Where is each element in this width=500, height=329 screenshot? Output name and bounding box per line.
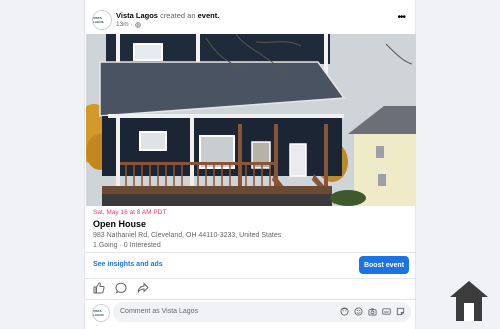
post-title-line: Vista Lagos created an event. xyxy=(116,11,219,20)
camera-icon[interactable] xyxy=(368,307,377,316)
see-insights-link[interactable]: See insights and ads xyxy=(93,261,163,268)
boost-event-button[interactable]: Boost event xyxy=(359,256,409,274)
commenter-avatar: VISTA LAGOS xyxy=(92,304,110,322)
divider xyxy=(85,278,415,279)
avatar-label: VISTA LAGOS xyxy=(93,16,104,24)
post-time[interactable]: 13m xyxy=(116,21,129,28)
event-address: 983 Nathaniel Rd, Cleveland, OH 44110-32… xyxy=(93,232,282,239)
home-logo-icon xyxy=(450,281,488,321)
emoji-icon[interactable] xyxy=(354,307,363,316)
comment-tools: GIF xyxy=(340,307,405,316)
house-illustration xyxy=(86,34,416,206)
event-stats: 1 Going · 0 Interested xyxy=(93,242,161,249)
sticker-icon[interactable] xyxy=(396,307,405,316)
gif-icon[interactable]: GIF xyxy=(382,307,391,316)
post-actions xyxy=(93,282,149,294)
avatar-label: VISTA LAGOS xyxy=(93,309,104,317)
post-header: VISTA LAGOS Vista Lagos created an event… xyxy=(85,6,415,34)
divider xyxy=(85,299,415,300)
globe-icon xyxy=(135,21,141,28)
comment-placeholder: Comment as Vista Lagos xyxy=(120,308,199,315)
like-icon[interactable] xyxy=(93,282,105,294)
divider xyxy=(85,252,415,253)
event-cover-photo[interactable] xyxy=(86,34,416,206)
event-date: Sat, May 16 at 8 AM PDT xyxy=(93,209,167,216)
more-icon[interactable]: ••• xyxy=(397,12,405,23)
comment-icon[interactable] xyxy=(115,282,127,294)
author-name[interactable]: Vista Lagos xyxy=(116,11,158,20)
page-avatar[interactable]: VISTA LAGOS xyxy=(92,10,112,30)
avatar-sticker-icon[interactable] xyxy=(340,307,349,316)
share-icon[interactable] xyxy=(137,282,149,294)
post-meta: 13m · xyxy=(116,21,141,28)
action-text: created an xyxy=(160,11,196,20)
action-object[interactable]: event. xyxy=(198,11,220,20)
event-title[interactable]: Open House xyxy=(93,219,409,229)
svg-text:GIF: GIF xyxy=(384,310,389,314)
comment-input[interactable]: Comment as Vista Lagos GIF xyxy=(113,302,411,322)
post-card: VISTA LAGOS Vista Lagos created an event… xyxy=(84,0,416,329)
event-details: Sat, May 16 at 8 AM PDT Open House 983 N… xyxy=(93,209,409,249)
